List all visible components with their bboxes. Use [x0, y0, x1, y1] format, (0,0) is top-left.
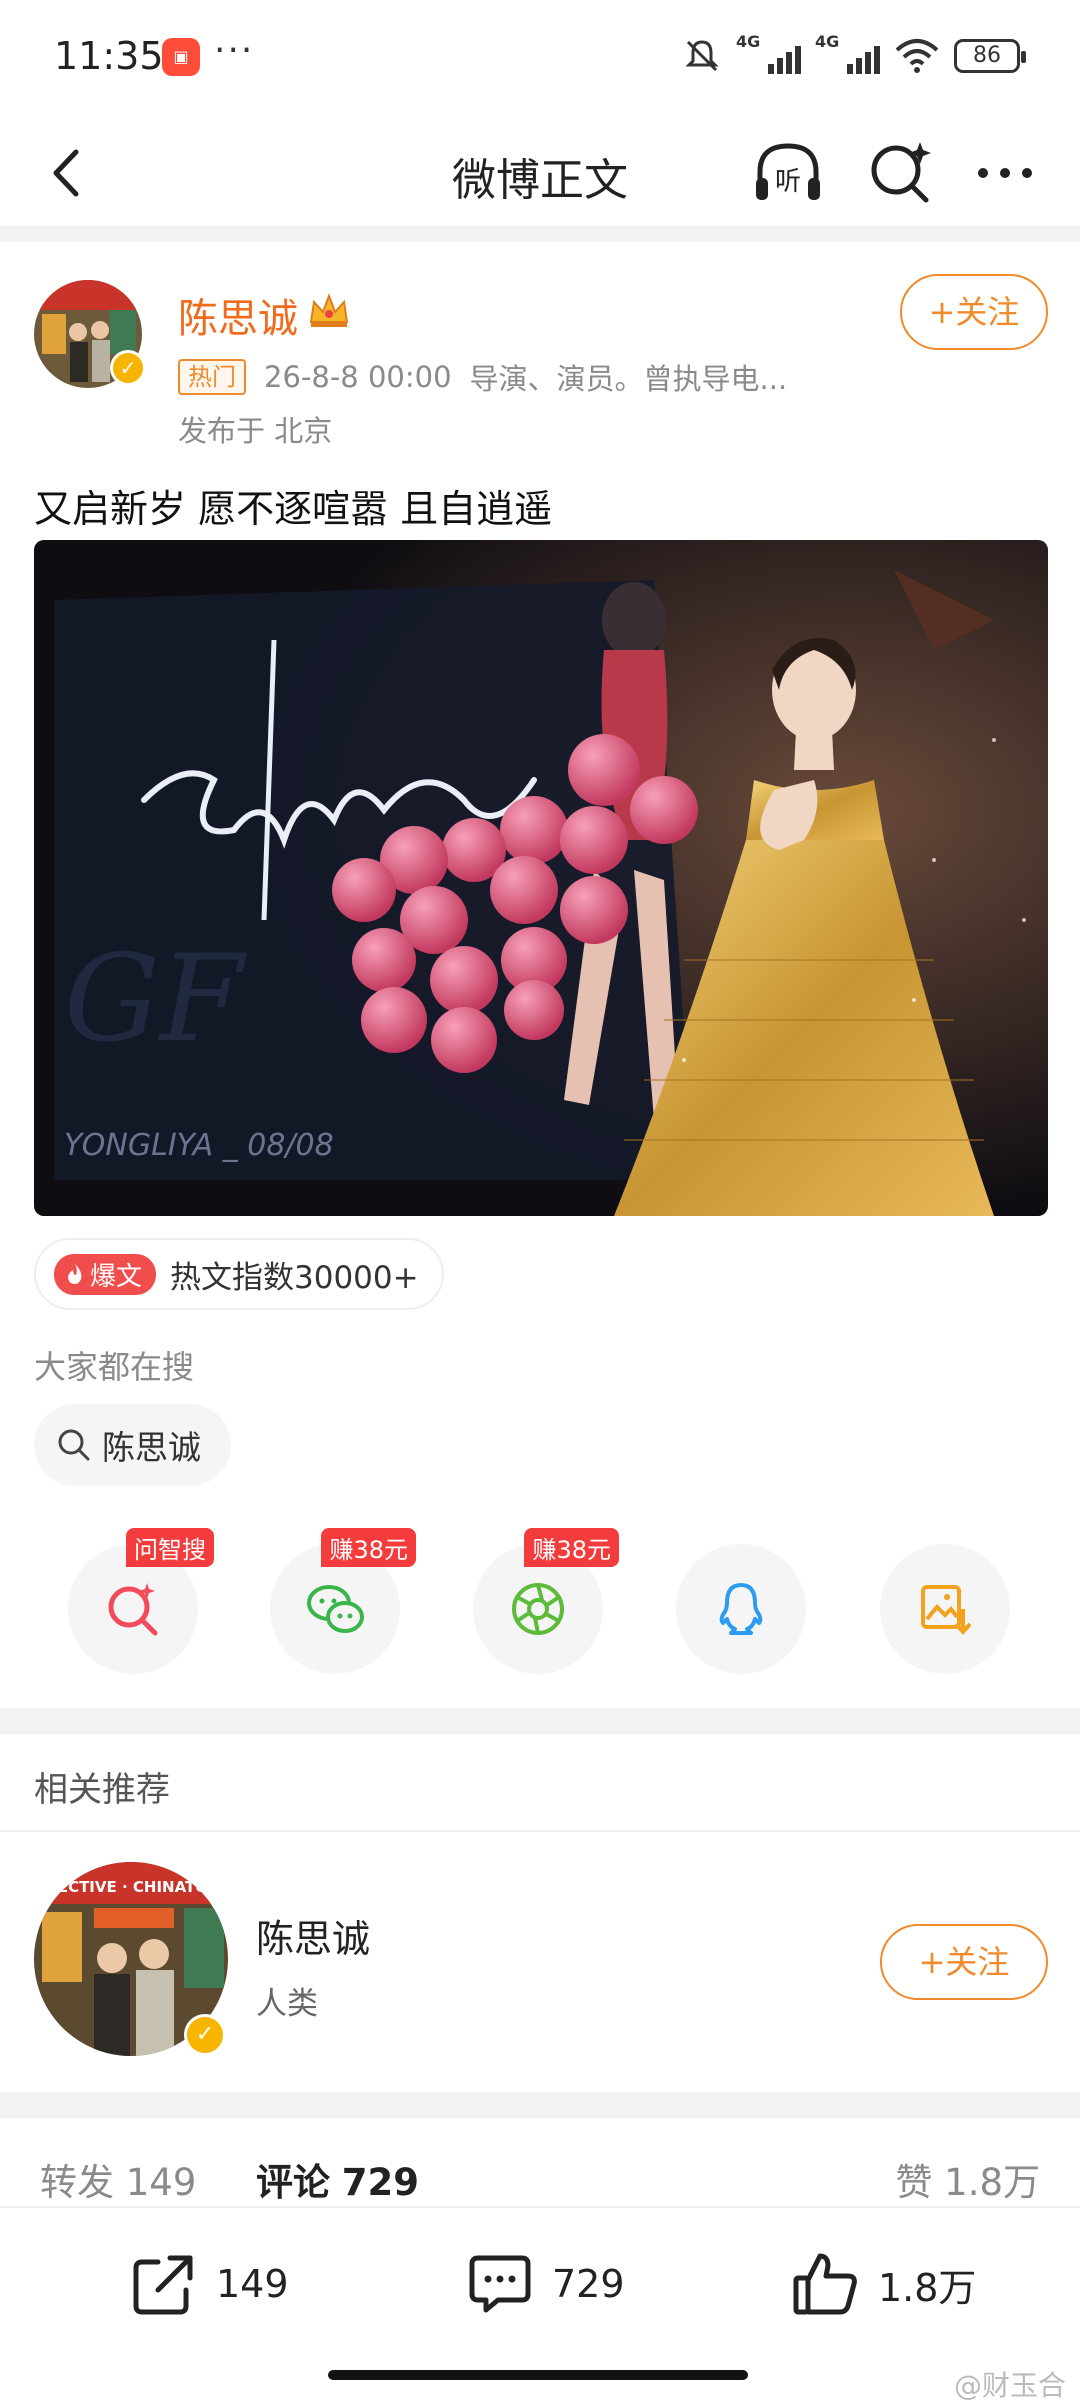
repost-tab[interactable]: 转发 149: [40, 2152, 196, 2206]
post-text: 又启新岁 愿不逐喧嚣 且自逍遥: [34, 487, 553, 531]
avatar-poster-text: DETECTIVE · CHINATOWN: [34, 1878, 228, 1896]
save-image-icon: [921, 1585, 972, 1636]
separator: [0, 226, 1080, 242]
like-tab-label: 赞: [895, 2161, 933, 2204]
trending-search-heading: 大家都在搜: [34, 1348, 195, 1386]
status-time: 11:35: [54, 34, 164, 78]
bottom-action-bar: 149 729 1.8万 @财玉合: [0, 2206, 1080, 2400]
mute-icon: [685, 40, 719, 72]
verified-badge-icon: ✓: [184, 2014, 226, 2056]
repost-button[interactable]: 149: [128, 2248, 289, 2320]
trending-search-chip[interactable]: 陈思诚: [34, 1404, 231, 1486]
signal-icon-2: 4G: [815, 32, 880, 74]
share-badge: 问智搜: [126, 1528, 214, 1567]
save-image-button[interactable]: [880, 1544, 1010, 1674]
post-time: 26-8-8 00:00: [264, 360, 452, 394]
app-notification-icon: ▣: [162, 38, 200, 76]
author-bio: 导演、演员。曾执导电...: [469, 362, 788, 396]
repost-icon: [133, 2255, 193, 2315]
hot-tag-badge: 热门: [178, 359, 246, 395]
post-location: 发布于 北京: [178, 414, 333, 448]
comment-tab-count: 729: [341, 2161, 419, 2204]
divider: [0, 1830, 1080, 1832]
share-badge: 赚38元: [321, 1528, 416, 1567]
separator: [0, 2092, 1080, 2118]
svg-text:GF: GF: [64, 930, 247, 1069]
hot-index-text: 热文指数30000+: [170, 1259, 419, 1296]
watermark: @财玉合: [953, 2369, 1066, 2400]
fire-icon: [68, 1264, 82, 1284]
share-moments-button[interactable]: 赚38元: [473, 1528, 619, 1674]
post-image[interactable]: GF YONGLIYA _ 08/08: [34, 540, 1048, 1216]
share-wechat-button[interactable]: 赚38元: [270, 1528, 416, 1674]
baowen-badge: 爆文: [54, 1253, 157, 1295]
network-label-2: 4G: [815, 32, 840, 51]
post-meta: 热门 26-8-8 00:00 导演、演员。曾执导电...: [178, 356, 787, 398]
repost-tab-label: 转发: [40, 2161, 114, 2204]
status-indicators: 4G 4G 86: [682, 32, 1026, 78]
related-section-title: 相关推荐: [34, 1770, 170, 1810]
more-icon[interactable]: [970, 138, 1040, 208]
repost-count: 149: [216, 2262, 289, 2306]
baowen-label: 爆文: [90, 1261, 143, 1292]
moments-icon: [512, 1583, 564, 1635]
comment-tab-label: 评论: [256, 2161, 330, 2204]
listen-icon[interactable]: 听: [748, 134, 828, 214]
wechat-icon: [307, 1585, 364, 1633]
nav-bar: 微博正文 听: [0, 120, 1080, 226]
share-badge: 赚38元: [524, 1528, 619, 1567]
comment-count: 729: [552, 2262, 625, 2306]
search-icon[interactable]: [862, 134, 938, 210]
like-button[interactable]: 1.8万: [790, 2248, 976, 2320]
like-count: 1.8万: [878, 2265, 977, 2310]
home-indicator[interactable]: [328, 2370, 748, 2380]
author-name[interactable]: 陈思诚: [178, 286, 298, 344]
related-desc: 人类: [256, 1986, 318, 2022]
network-label: 4G: [736, 32, 761, 51]
related-name[interactable]: 陈思诚: [256, 1908, 370, 1963]
follow-button[interactable]: +关注: [900, 274, 1048, 350]
status-bar: 11:35 ▣ ··· 4G 4G 86: [0, 0, 1080, 120]
svg-text:听: 听: [775, 167, 801, 197]
verified-badge-icon: ✓: [110, 350, 146, 386]
search-icon: [58, 1429, 90, 1461]
repost-tab-count: 149: [125, 2161, 197, 2204]
crown-icon: [309, 293, 349, 327]
separator: [0, 1708, 1080, 1734]
like-tab-count: 1.8万: [944, 2161, 1040, 2204]
qq-icon: [719, 1583, 763, 1635]
like-tab[interactable]: 赞 1.8万: [895, 2152, 1040, 2206]
comment-icon: [469, 2255, 531, 2313]
trending-search-label: 陈思诚: [102, 1428, 201, 1467]
comment-button[interactable]: 729: [464, 2248, 625, 2320]
share-zhisou-button[interactable]: 问智搜: [68, 1528, 214, 1674]
image-caption: YONGLIYA _ 08/08: [64, 1128, 334, 1163]
battery-indicator: 86: [954, 39, 1026, 73]
share-qq-button[interactable]: [676, 1544, 806, 1674]
hot-index-chip[interactable]: 爆文 热文指数30000+: [34, 1238, 444, 1310]
comment-tab[interactable]: 评论 729: [256, 2152, 419, 2206]
wifi-icon: [895, 39, 939, 73]
zhisou-search-icon: [108, 1583, 158, 1636]
status-more-icon: ···: [214, 30, 255, 71]
related-follow-button[interactable]: +关注: [880, 1924, 1048, 2000]
thumbs-up-icon: [793, 2253, 857, 2315]
signal-icon: 4G: [736, 32, 801, 74]
